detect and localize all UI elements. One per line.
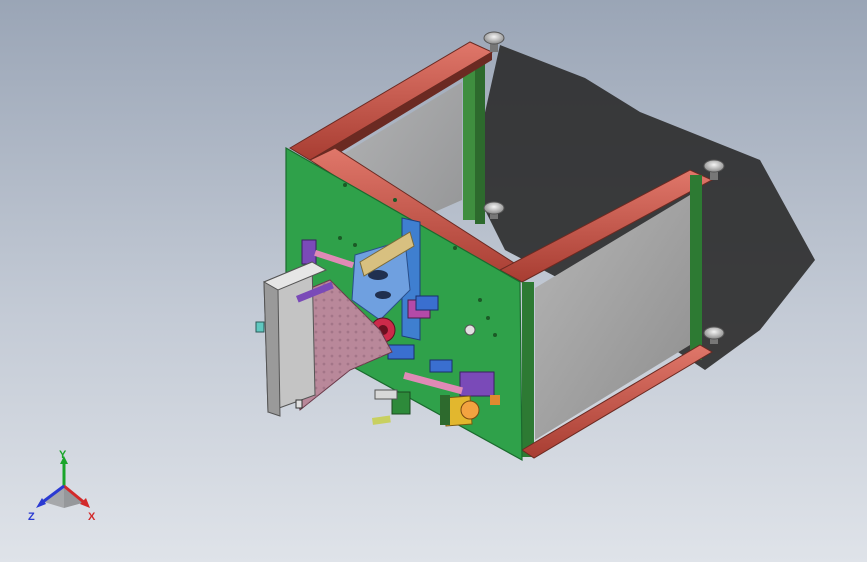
graphics-viewport[interactable]: Y X Z bbox=[0, 0, 867, 562]
housing-box-side bbox=[263, 281, 281, 417]
box-plug bbox=[255, 321, 265, 333]
cad-model[interactable] bbox=[0, 0, 867, 562]
yellow-block-bore bbox=[460, 400, 480, 420]
stepper-motor bbox=[440, 395, 450, 425]
small-part bbox=[490, 395, 500, 405]
triad-y-label: Y bbox=[59, 449, 67, 461]
frame-post bbox=[690, 175, 702, 360]
cylinder bbox=[415, 295, 439, 311]
motor-shaft bbox=[374, 389, 398, 400]
triad-z-label: Z bbox=[28, 511, 35, 523]
frame-post bbox=[475, 64, 485, 224]
triad-x-label: X bbox=[88, 511, 96, 523]
frame-post bbox=[463, 70, 475, 220]
box-indicator bbox=[295, 399, 303, 409]
motor-shaft bbox=[372, 415, 391, 425]
purple-block bbox=[459, 371, 495, 397]
purple-block bbox=[301, 239, 317, 265]
frame-post bbox=[522, 282, 534, 457]
coordinate-triad-icon: Y X Z bbox=[28, 449, 96, 523]
slot-hole bbox=[375, 291, 391, 299]
cylinder bbox=[429, 359, 453, 373]
